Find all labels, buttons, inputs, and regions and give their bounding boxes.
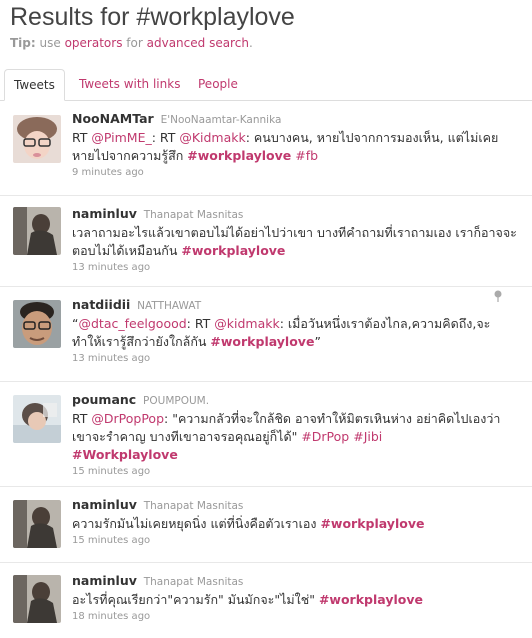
text-fragment: เวลาถามอะไรแล้วเขาตอบไม่ได้อย่าไปว่าเขา … bbox=[72, 225, 517, 258]
tweet-item: NooNAMTar E'NooNaamtar-Kannika RT @PimME… bbox=[0, 101, 532, 196]
tweet-timestamp[interactable]: 15 minutes ago bbox=[72, 466, 517, 477]
tweet-fullname: Thanapat Masnitas bbox=[143, 209, 244, 221]
tweet-text: RT @DrPopPop: "ความกลัวที่จะใกล้ชิด อาจท… bbox=[72, 410, 517, 464]
tweet-content: natdiidii NATTHAWAT “@dtac_feelgoood: RT… bbox=[72, 297, 517, 364]
tweet-text: ความรักมันไม่เคยหยุดนิ่ง แต่ที่นิ่งคือตั… bbox=[72, 515, 517, 533]
mention-link[interactable]: @DrPopPop bbox=[91, 411, 164, 426]
tip-label: Tip: bbox=[10, 36, 36, 50]
tweet-item: naminluv Thanapat Masnitas เวลาถามอะไรแล… bbox=[0, 196, 532, 287]
hashtag-link[interactable]: #Jibi bbox=[353, 429, 382, 444]
text-fragment: : RT bbox=[151, 130, 180, 145]
search-tip: Tip: use operators for advanced search. bbox=[10, 36, 253, 50]
tweet-username[interactable]: naminluv bbox=[72, 497, 137, 512]
mention-link[interactable]: @kidmakk bbox=[214, 316, 279, 331]
tweet-content: naminluv Thanapat Masnitas เวลาถามอะไรแล… bbox=[72, 206, 517, 273]
tip-text-end: . bbox=[248, 36, 253, 50]
advanced-search-link[interactable]: advanced search bbox=[147, 36, 249, 50]
tweet-content: naminluv Thanapat Masnitas อะไรที่คุณเรี… bbox=[72, 573, 517, 622]
avatar[interactable] bbox=[13, 115, 61, 163]
text-fragment: อะไรที่คุณเรียกว่า"ความรัก" มันมักจะ"ไม่… bbox=[72, 592, 319, 607]
avatar[interactable] bbox=[13, 575, 61, 623]
text-fragment: ” bbox=[314, 334, 321, 349]
tweet-username[interactable]: poumanc bbox=[72, 392, 136, 407]
tweet-item: poumanc POUMPOUM. RT @DrPopPop: "ความกลั… bbox=[0, 382, 532, 487]
text-fragment: : RT bbox=[186, 316, 215, 331]
tweet-item: naminluv Thanapat Masnitas อะไรที่คุณเรี… bbox=[0, 563, 532, 638]
tab-people[interactable]: People bbox=[198, 69, 238, 100]
tip-text-pre: use bbox=[39, 36, 61, 50]
tweet-timestamp[interactable]: 13 minutes ago bbox=[72, 262, 517, 273]
tweet-fullname: Thanapat Masnitas bbox=[143, 500, 244, 512]
tweet-text: เวลาถามอะไรแล้วเขาตอบไม่ได้อย่าไปว่าเขา … bbox=[72, 224, 517, 260]
tweet-text: อะไรที่คุณเรียกว่า"ความรัก" มันมักจะ"ไม่… bbox=[72, 591, 517, 609]
text-fragment: ความรักมันไม่เคยหยุดนิ่ง แต่ที่นิ่งคือตั… bbox=[72, 516, 321, 531]
hashtag-link[interactable]: #workplaylove bbox=[320, 516, 424, 531]
mention-link[interactable]: @dtac_feelgoood bbox=[78, 316, 186, 331]
text-fragment: RT bbox=[72, 130, 92, 145]
tweet-username[interactable]: NooNAMTar bbox=[72, 111, 154, 126]
tweet-fullname: NATTHAWAT bbox=[137, 300, 202, 312]
hashtag-link[interactable]: #DrPop bbox=[301, 429, 349, 444]
tweet-username[interactable]: natdiidii bbox=[72, 297, 130, 312]
tweet-item: naminluv Thanapat Masnitas ความรักมันไม่… bbox=[0, 487, 532, 563]
avatar[interactable] bbox=[13, 207, 61, 255]
tweet-fullname: POUMPOUM. bbox=[143, 395, 210, 407]
mention-link[interactable]: @PimME_ bbox=[91, 130, 151, 145]
tweet-timestamp[interactable]: 9 minutes ago bbox=[72, 167, 517, 178]
operators-link[interactable]: operators bbox=[65, 36, 123, 50]
mention-link[interactable]: @Kidmakk bbox=[179, 130, 245, 145]
page-title: Results for #workplaylove bbox=[10, 3, 295, 31]
hashtag-link[interactable]: #workplaylove bbox=[181, 243, 285, 258]
hashtag-link[interactable]: #workplaylove bbox=[187, 148, 291, 163]
hashtag-link[interactable]: #workplaylove bbox=[319, 592, 423, 607]
hashtag-link[interactable]: #Workplaylove bbox=[72, 447, 178, 462]
tweet-username[interactable]: naminluv bbox=[72, 573, 137, 588]
tweet-item: natdiidii NATTHAWAT “@dtac_feelgoood: RT… bbox=[0, 287, 532, 382]
tweet-timestamp[interactable]: 15 minutes ago bbox=[72, 535, 517, 546]
tweet-content: naminluv Thanapat Masnitas ความรักมันไม่… bbox=[72, 497, 517, 546]
tweet-fullname: E'NooNaamtar-Kannika bbox=[160, 114, 282, 126]
tweet-text: “@dtac_feelgoood: RT @kidmakk: เมื่อวันห… bbox=[72, 315, 517, 351]
tweet-timestamp[interactable]: 13 minutes ago bbox=[72, 353, 517, 364]
tweet-text: RT @PimME_: RT @Kidmakk: คนบางคน, หายไปจ… bbox=[72, 129, 517, 165]
tweet-fullname: Thanapat Masnitas bbox=[143, 576, 244, 588]
hashtag-link[interactable]: #fb bbox=[295, 148, 318, 163]
tweet-content: NooNAMTar E'NooNaamtar-Kannika RT @PimME… bbox=[72, 111, 517, 178]
tab-tweets[interactable]: Tweets bbox=[4, 69, 65, 101]
results-tabs: Tweets Tweets with links People bbox=[0, 69, 532, 101]
avatar[interactable] bbox=[13, 300, 61, 348]
hashtag-link[interactable]: #workplaylove bbox=[210, 334, 314, 349]
tweet-content: poumanc POUMPOUM. RT @DrPopPop: "ความกลั… bbox=[72, 392, 517, 477]
avatar[interactable] bbox=[13, 395, 61, 443]
text-fragment: RT bbox=[72, 411, 92, 426]
tip-text-mid: for bbox=[126, 36, 143, 50]
avatar[interactable] bbox=[13, 500, 61, 548]
tweet-timestamp[interactable]: 18 minutes ago bbox=[72, 611, 517, 622]
tab-tweets-with-links[interactable]: Tweets with links bbox=[79, 69, 180, 100]
tweet-username[interactable]: naminluv bbox=[72, 206, 137, 221]
